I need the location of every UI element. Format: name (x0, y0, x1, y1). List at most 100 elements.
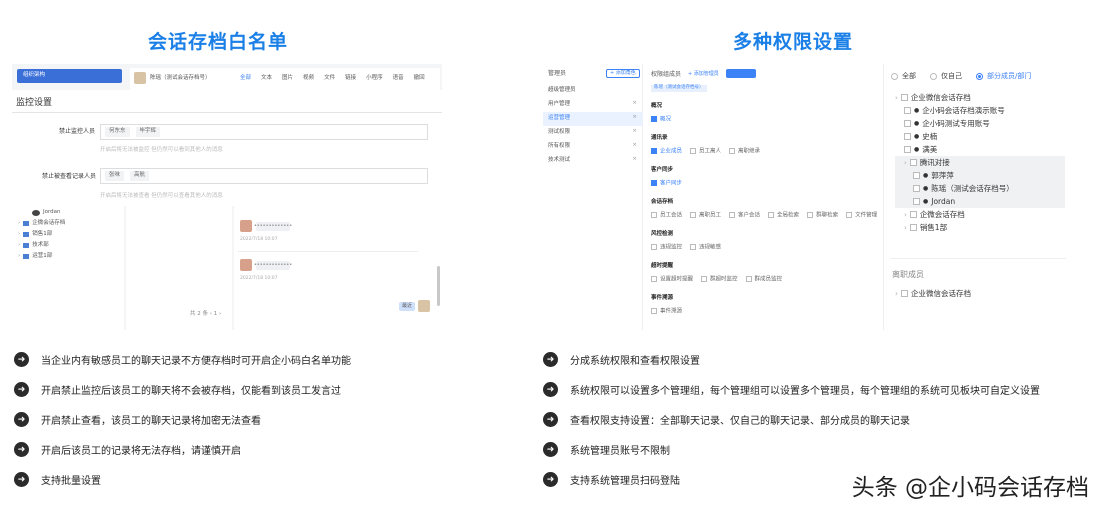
field1-input[interactable]: 何东东 毕宇辉 (100, 124, 428, 140)
close-icon[interactable]: × (632, 114, 637, 121)
permission-checkbox[interactable]: 违规监控 (651, 244, 682, 251)
selected-tag[interactable]: 张味 (105, 171, 125, 181)
close-icon[interactable]: × (632, 128, 637, 135)
chevron-right-icon[interactable]: › (895, 94, 898, 102)
permission-checkbox[interactable]: 概况 (651, 116, 671, 123)
checkbox-icon[interactable] (909, 159, 917, 166)
tree-node[interactable]: › 企业微信会话存档 (895, 91, 1065, 104)
checkbox-icon[interactable] (909, 211, 917, 218)
tree-item[interactable]: › 企微会话存档 (18, 220, 65, 227)
chat-list-column: 共 2 条 ‹ 1 › (126, 206, 232, 330)
section-options: 员工会话 离职员工 客户会话 全局检索 群聊检索 文件管理 (651, 212, 877, 219)
tree-node[interactable]: › 企微会话存档 (895, 208, 1065, 221)
tab-2[interactable]: 图片 (282, 75, 293, 82)
chevron-right-icon[interactable]: › (904, 211, 907, 219)
tree-item[interactable]: Jordan (32, 210, 61, 216)
checkbox-icon (701, 276, 708, 282)
message-time: 2022/7/18 10:07 (240, 237, 278, 242)
tree-node[interactable]: ● 企小码会话存档演示账号 (895, 104, 1065, 117)
tab-5[interactable]: 链接 (345, 75, 356, 82)
admin-item[interactable]: 测试权限 × (543, 126, 643, 140)
selected-tag[interactable]: 毕宇辉 (135, 127, 161, 137)
close-icon[interactable]: × (632, 156, 637, 163)
permission-checkbox[interactable]: 员工离人 (690, 148, 721, 155)
checkbox-icon[interactable] (904, 120, 911, 127)
checkbox-icon[interactable] (913, 198, 920, 205)
tree-node[interactable]: ● 史楠 (895, 130, 1065, 143)
tree-item-label: 运营1部 (32, 253, 53, 259)
admin-item[interactable]: 所有权限 × (543, 140, 643, 154)
admin-item-label: 所有权限 (548, 143, 571, 149)
tab-7[interactable]: 语音 (393, 75, 404, 82)
pagination[interactable]: 共 2 条 ‹ 1 › (190, 311, 221, 318)
tab-3[interactable]: 视频 (303, 75, 314, 82)
permission-checkbox[interactable]: 客户同步 (651, 180, 682, 187)
scrollbar[interactable] (437, 266, 440, 306)
permission-checkbox[interactable]: 全局检索 (768, 212, 799, 219)
chevron-right-icon[interactable]: › (904, 159, 907, 167)
permission-checkbox[interactable]: 群成员监控 (745, 276, 782, 283)
sidebar-header[interactable]: 组织架构 (17, 69, 122, 83)
checkbox-icon[interactable] (909, 224, 917, 231)
permission-checkbox[interactable]: 违规敏感 (690, 244, 721, 251)
scope-radio[interactable]: 全部 (891, 71, 916, 81)
checkbox-icon[interactable] (904, 133, 911, 140)
scope-radio[interactable]: 仅自己 (930, 71, 962, 81)
feature-bullet: ➜ 支持系统管理员扫码登陆 (543, 472, 680, 487)
tree-node[interactable]: ● 陈瑶（测试会话存档号） (895, 182, 1065, 195)
member-tag[interactable]: 陈瑶（测试会话存档号） (651, 85, 707, 92)
checkbox-icon[interactable] (900, 94, 908, 101)
permission-checkbox[interactable]: 离职继承 (729, 148, 760, 155)
checkbox-icon[interactable] (904, 146, 911, 153)
add-member-button[interactable] (726, 69, 756, 78)
tree-node[interactable]: ● 企小码测试专用账号 (895, 117, 1065, 130)
feature-bullet: ➜ 开启后该员工的记录将无法存档，请谨慎开启 (14, 442, 241, 457)
close-icon[interactable]: × (632, 100, 637, 107)
checkbox-icon[interactable] (901, 290, 908, 297)
selected-tag[interactable]: 高航 (130, 171, 150, 181)
section-options: 设置超时提醒 群超时监控 群成员监控 (651, 276, 782, 283)
tab-4[interactable]: 文件 (324, 75, 335, 82)
checkbox-icon[interactable] (913, 172, 920, 179)
tree-node[interactable]: ● Jordan (895, 195, 1065, 208)
section-options: 违规监控 违规敏感 (651, 244, 721, 251)
chevron-right-icon[interactable]: › (895, 289, 898, 298)
close-icon[interactable]: × (632, 142, 637, 149)
tree-node[interactable]: › 销售1部 (895, 221, 1065, 234)
checkbox-label: 员工离人 (699, 148, 722, 155)
permission-checkbox[interactable]: 客户会话 (729, 212, 760, 219)
permission-checkbox[interactable]: 离职员工 (690, 212, 721, 219)
permission-checkbox[interactable]: 员工会话 (651, 212, 682, 219)
selected-tag[interactable]: 何东东 (105, 127, 130, 137)
tab-0[interactable]: 全部 (240, 75, 251, 82)
permission-checkbox[interactable]: 文件管理 (846, 212, 877, 219)
admin-item[interactable]: 技术测试 × (543, 154, 643, 168)
tab-8[interactable]: 撤回 (414, 75, 425, 82)
scope-radio[interactable]: 部分成员/部门 (976, 71, 1031, 81)
tree-node[interactable]: › 腾讯对接 (895, 156, 1065, 169)
field2-input[interactable]: 张味 高航 (100, 168, 428, 184)
permission-checkbox[interactable]: 设置超时提醒 (651, 276, 693, 283)
admin-item[interactable]: 用户管理 × (543, 98, 643, 112)
permission-checkbox[interactable]: 群聊检索 (807, 212, 838, 219)
tab-1[interactable]: 文本 (261, 75, 272, 82)
tab-6[interactable]: 小程序 (366, 75, 383, 82)
checkbox-icon[interactable] (904, 107, 911, 114)
left-member-node[interactable]: › 企业微信会话存档 (895, 288, 971, 299)
admin-item[interactable]: 运营管理 × (543, 112, 643, 126)
checkbox-label: 设置超时提醒 (660, 276, 694, 283)
admin-item[interactable]: 超级管理员 (543, 84, 643, 98)
permission-checkbox[interactable]: 事件溯源 (651, 308, 682, 315)
checkbox-icon[interactable] (913, 185, 920, 192)
chevron-right-icon[interactable]: › (904, 224, 907, 232)
section-title: 风控检测 (651, 231, 674, 237)
add-member-link[interactable]: + 添加管理员 (688, 72, 719, 77)
tree-node[interactable]: ● 郭萍萍 (895, 169, 1065, 182)
permission-checkbox[interactable]: 群超时监控 (701, 276, 738, 283)
add-admin-button[interactable]: + 添加角色 (606, 69, 640, 78)
tree-node[interactable]: ● 满美 (895, 143, 1065, 156)
tree-item[interactable]: › 运营1部 (18, 253, 53, 260)
permission-checkbox[interactable]: 企业成员 (651, 148, 682, 155)
tree-item[interactable]: › 技术部 (18, 242, 49, 249)
tree-item[interactable]: › 销售1部 (18, 231, 52, 238)
